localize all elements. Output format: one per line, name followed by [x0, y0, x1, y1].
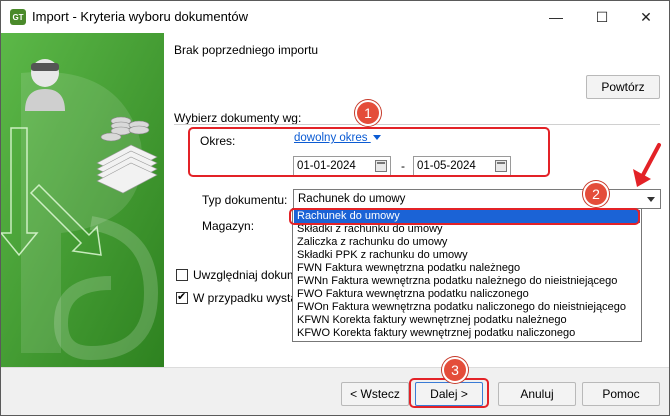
import-dialog: GT Import - Kryteria wyboru dokumentów —… — [0, 0, 670, 416]
cancel-button[interactable]: Anuluj — [498, 382, 576, 406]
list-item[interactable]: Zaliczka z rachunku do umowy — [294, 236, 640, 249]
annotation-arrow-icon — [633, 143, 661, 187]
annotation-badge-3: 3 — [442, 357, 468, 383]
list-item[interactable]: KFWO Korekta faktury wewnętrznej podatku… — [294, 327, 640, 340]
app-icon: GT — [10, 9, 26, 25]
list-item[interactable]: KFWN Korekta faktury wewnętrznej podatku… — [294, 314, 640, 327]
include-documents-label: Uwzględniaj dokumer — [193, 268, 308, 282]
annotation-option-highlight — [289, 208, 640, 225]
repeat-button[interactable]: Powtórz — [586, 75, 660, 99]
back-button[interactable]: < Wstecz — [341, 382, 409, 406]
wizard-banner — [1, 33, 164, 367]
choose-by-label: Wybierz dokumenty wg: — [174, 111, 302, 125]
on-occurrence-label: W przypadku wystąpi — [193, 291, 307, 305]
annotation-next-highlight — [409, 378, 489, 408]
chevron-down-icon[interactable] — [647, 197, 655, 202]
list-item[interactable]: Składki PPK z rachunku do umowy — [294, 249, 640, 262]
document-type-list: Rachunek do umowy Składki z rachunku do … — [292, 208, 642, 342]
list-item[interactable]: FWNn Faktura wewnętrzna podatku należneg… — [294, 275, 640, 288]
group-divider — [174, 124, 660, 125]
on-occurrence-checkbox[interactable] — [176, 290, 188, 304]
close-button[interactable]: ✕ — [623, 1, 669, 33]
title-bar: GT Import - Kryteria wyboru dokumentów —… — [1, 1, 669, 33]
annotation-badge-2: 2 — [583, 181, 609, 207]
document-type-value: Rachunek do umowy — [298, 193, 406, 205]
list-item[interactable]: FWO Faktura wewnętrzna podatku naliczone… — [294, 288, 640, 301]
annotation-period-highlight — [188, 127, 550, 177]
maximize-button[interactable]: ☐ — [579, 1, 625, 33]
minimize-button[interactable]: — — [533, 1, 579, 33]
include-documents-checkbox[interactable] — [176, 269, 188, 281]
warehouse-label: Magazyn: — [202, 219, 255, 233]
help-button[interactable]: Pomoc — [582, 382, 660, 406]
import-illustration-icon — [1, 33, 164, 367]
list-item[interactable]: FWN Faktura wewnętrzna podatku należnego — [294, 262, 640, 275]
list-item[interactable]: FWOn Faktura wewnętrzna podatku naliczon… — [294, 301, 640, 314]
annotation-badge-1: 1 — [355, 100, 381, 126]
window-title: Import - Kryteria wyboru dokumentów — [32, 9, 249, 24]
previous-import-text: Brak poprzedniego importu — [174, 43, 319, 57]
document-type-label: Typ dokumentu: — [202, 193, 288, 207]
